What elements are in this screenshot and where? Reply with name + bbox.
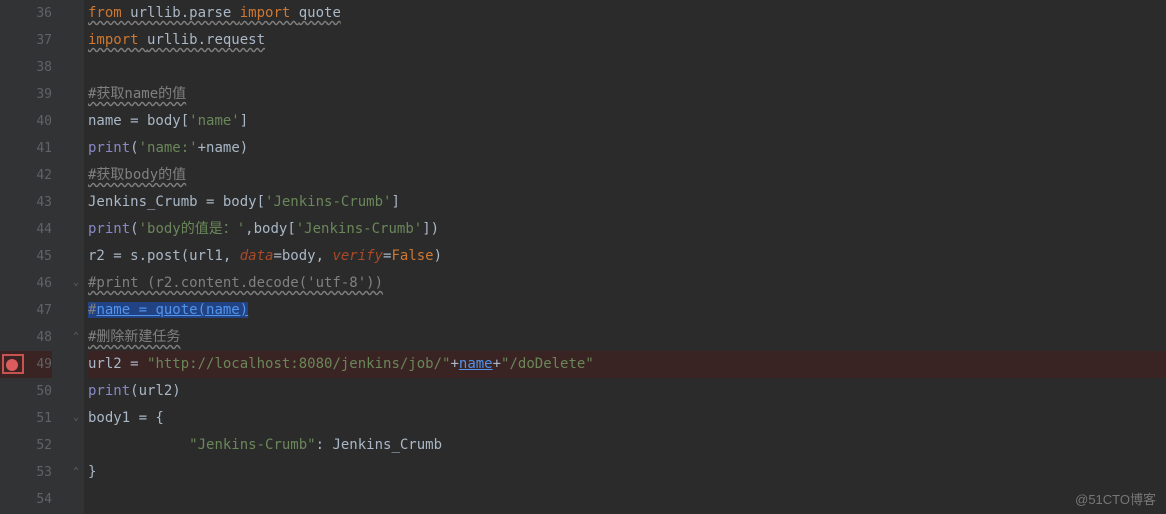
code-token: ( [130,140,138,156]
code-line[interactable]: name = body['name'] [88,108,1166,135]
fold-start-icon[interactable]: ⌄ [71,413,81,423]
code-token: body1 = { [88,410,164,426]
code-token: "/doDelete" [501,356,594,372]
line-number[interactable]: 53 [0,459,52,486]
code-token: verify [332,248,383,264]
line-number[interactable]: 43 [0,189,52,216]
code-line[interactable]: Jenkins_Crumb = body['Jenkins-Crumb'] [88,189,1166,216]
line-number[interactable]: 44 [0,216,52,243]
code-token: print [88,221,130,237]
code-token [88,437,189,453]
code-line[interactable]: #删除新建任务 [88,324,1166,351]
code-token: + [493,356,501,372]
code-token: import [240,5,299,21]
code-token: ) [434,248,442,264]
code-line[interactable]: print('body的值是：',body['Jenkins-Crumb']) [88,216,1166,243]
code-line[interactable] [88,486,1166,513]
code-token: name = quote(name) [96,302,248,318]
code-token: r2 = s.post(url1, [88,248,240,264]
code-token: import [88,32,147,48]
code-token: 'Jenkins-Crumb' [265,194,391,210]
line-number[interactable]: 39 [0,81,52,108]
code-line[interactable]: #获取body的值 [88,162,1166,189]
code-token: url2 = [88,356,147,372]
code-token: #print (r2.content.decode('utf-8')) [88,275,383,291]
code-token: ]) [422,221,439,237]
code-token: print [88,140,130,156]
code-token: ,body[ [245,221,296,237]
code-token: "http://localhost:8080/jenkins/job/" [147,356,450,372]
code-token: from [88,5,130,21]
code-area[interactable]: from urllib.parse import quoteimport url… [84,0,1166,514]
line-number[interactable]: 37 [0,27,52,54]
code-token: 'name:' [139,140,198,156]
code-token: ] [240,113,248,129]
watermark: @51CTO博客 [1075,489,1156,508]
fold-end-icon[interactable]: ⌃ [71,332,81,342]
line-number[interactable]: 48 [0,324,52,351]
line-number[interactable]: 54 [0,486,52,513]
code-token: "Jenkins-Crumb" [189,437,315,453]
breakpoint-highlight-box [2,354,24,374]
code-token: quote [299,5,341,21]
code-token: 'body的值是：' [139,221,246,237]
code-token: +name) [198,140,249,156]
code-token: urllib.request [147,32,265,48]
line-number[interactable]: 41 [0,135,52,162]
code-line[interactable]: body1 = { [88,405,1166,432]
line-number-gutter[interactable]: 36373839404142434445464748495051525354 [0,0,70,514]
line-number[interactable]: 50 [0,378,52,405]
code-line[interactable]: r2 = s.post(url1, data=body, verify=Fals… [88,243,1166,270]
code-line[interactable]: from urllib.parse import quote [88,0,1166,27]
code-token: 'name' [189,113,240,129]
line-number[interactable]: 47 [0,297,52,324]
line-number[interactable]: 40 [0,108,52,135]
line-number[interactable]: 38 [0,54,52,81]
code-line[interactable]: "Jenkins-Crumb": Jenkins_Crumb [88,432,1166,459]
code-token: name [459,356,493,372]
code-token: + [450,356,458,372]
code-token: =body, [273,248,332,264]
fold-end-icon[interactable]: ⌃ [71,467,81,477]
code-token: 'Jenkins-Crumb' [296,221,422,237]
code-line[interactable]: #print (r2.content.decode('utf-8')) [88,270,1166,297]
code-line[interactable]: #name = quote(name) [88,297,1166,324]
line-number[interactable]: 45 [0,243,52,270]
code-line[interactable]: print('name:'+name) [88,135,1166,162]
code-line[interactable] [88,54,1166,81]
code-token: data [240,248,274,264]
line-number[interactable]: 46 [0,270,52,297]
code-token: Jenkins_Crumb = body[ [88,194,265,210]
code-token: urllib.parse [130,5,240,21]
code-token: name = body[ [88,113,189,129]
code-token: #获取name的值 [88,86,186,102]
line-number[interactable]: 52 [0,432,52,459]
code-line[interactable]: } [88,459,1166,486]
code-token: ] [391,194,399,210]
code-line[interactable]: print(url2) [88,378,1166,405]
line-number[interactable]: 51 [0,405,52,432]
code-token: : Jenkins_Crumb [316,437,442,453]
code-line[interactable]: import urllib.request [88,27,1166,54]
line-number[interactable]: 42 [0,162,52,189]
code-token: #删除新建任务 [88,329,180,345]
line-number[interactable]: 36 [0,0,52,27]
fold-column[interactable]: ⌄ ⌃ ⌄ ⌃ [70,0,84,514]
code-token: (url2) [130,383,181,399]
code-token: #获取body的值 [88,167,186,183]
code-editor[interactable]: 36373839404142434445464748495051525354 ⌄… [0,0,1166,514]
code-line[interactable]: #获取name的值 [88,81,1166,108]
code-token: False [391,248,433,264]
line-number[interactable]: 49 [0,351,52,378]
fold-start-icon[interactable]: ⌄ [71,278,81,288]
code-token: print [88,383,130,399]
code-token: ( [130,221,138,237]
code-token: } [88,464,96,480]
code-line[interactable]: url2 = "http://localhost:8080/jenkins/jo… [88,351,1166,378]
